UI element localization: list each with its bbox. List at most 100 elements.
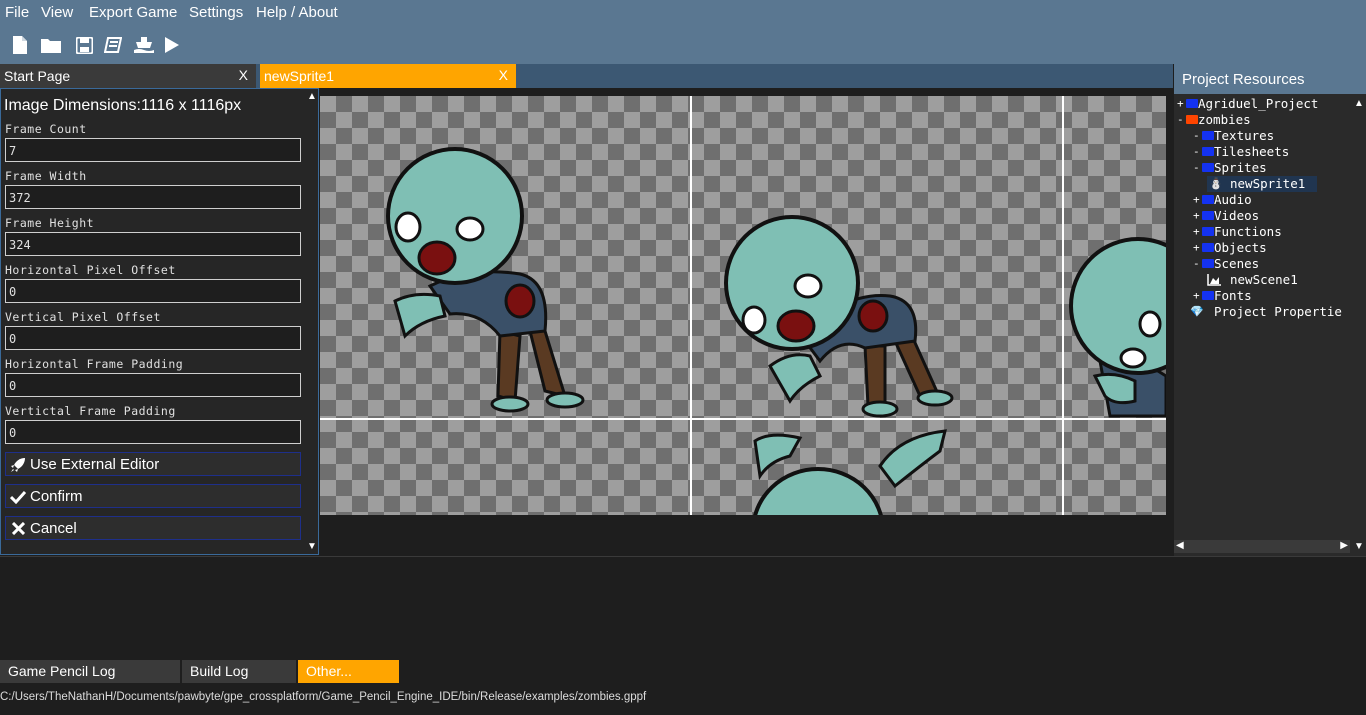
button-label: Confirm — [30, 488, 83, 505]
sprite-preview-canvas[interactable] — [320, 96, 1166, 515]
use-external-editor-button[interactable]: Use External Editor — [5, 452, 301, 476]
zombie-frame-2 — [724, 215, 954, 418]
image-dimensions: Image Dimensions:1116 x 1116px — [4, 97, 242, 114]
button-label: Use External Editor — [30, 456, 160, 473]
expand-toggle[interactable]: - — [1193, 256, 1201, 272]
tree-label: Tilesheets — [1214, 144, 1290, 159]
expand-toggle[interactable]: - — [1193, 160, 1201, 176]
tab-label: Build Log — [190, 663, 249, 679]
check-icon — [9, 488, 27, 505]
tree-label: newSprite1 — [1230, 176, 1306, 191]
frame-height-input[interactable]: 324 — [5, 232, 301, 256]
open-folder-icon[interactable] — [41, 35, 61, 55]
frame-count-label: Frame Count — [5, 122, 87, 136]
horizontal-frame-padding-input[interactable]: 0 — [5, 373, 301, 397]
expand-toggle[interactable]: + — [1193, 192, 1201, 208]
tab-label: Game Pencil Log — [8, 663, 116, 679]
zombie-frame-1 — [386, 147, 585, 413]
resources-horizontal-scrollbar[interactable]: ◀ ▶ — [1174, 540, 1350, 553]
scroll-up-icon[interactable]: ▲ — [1354, 98, 1364, 109]
scroll-right-icon[interactable]: ▶ — [1340, 540, 1348, 551]
resource-tree: + Agriduel_Project - zombies - Textures … — [1174, 96, 1352, 540]
folder-icon — [1202, 163, 1214, 172]
project-path: C:/Users/TheNathanH/Documents/pawbyte/gp… — [0, 691, 647, 703]
frame-width-input[interactable]: 372 — [5, 185, 301, 209]
tab-close-icon[interactable]: X — [239, 67, 248, 83]
expand-toggle[interactable]: + — [1193, 288, 1201, 304]
tab-start-page[interactable]: Start Page X — [0, 64, 256, 88]
tab-label: Start Page — [4, 68, 71, 84]
resources-vertical-scrollbar[interactable]: ▲ ▼ — [1352, 96, 1366, 554]
tree-label: Sprites — [1214, 160, 1267, 175]
properties-scrollbar[interactable]: ▲ ▼ — [306, 89, 318, 554]
log-output-area — [0, 556, 1366, 661]
tab-newsprite1[interactable]: newSprite1 X — [260, 64, 516, 88]
folder-icon — [1202, 243, 1214, 252]
scroll-down-icon[interactable]: ▼ — [1354, 541, 1364, 552]
zombie-frame-3 — [1069, 237, 1166, 418]
folder-icon — [1202, 291, 1214, 300]
tab-close-icon[interactable]: X — [499, 67, 508, 83]
vertical-frame-padding-input[interactable]: 0 — [5, 420, 301, 444]
expand-toggle[interactable]: + — [1193, 240, 1201, 256]
sprite-properties-panel: Image Dimensions:1116 x 1116px Frame Cou… — [0, 88, 319, 555]
sprite-icon: ⛄ — [1209, 177, 1223, 190]
folder-icon — [1202, 147, 1214, 156]
folder-icon — [1202, 227, 1214, 236]
expand-toggle[interactable]: - — [1193, 144, 1201, 160]
folder-icon — [1202, 195, 1214, 204]
expand-toggle[interactable]: + — [1177, 96, 1185, 112]
play-icon[interactable] — [162, 35, 182, 55]
frame-height-label: Frame Height — [5, 216, 95, 230]
scroll-left-icon[interactable]: ◀ — [1176, 540, 1184, 551]
tree-label: Objects — [1214, 240, 1267, 255]
diamond-icon: 💎 — [1190, 305, 1204, 318]
build-icon[interactable] — [134, 35, 154, 55]
scroll-up-icon[interactable]: ▲ — [307, 91, 317, 102]
expand-toggle[interactable]: - — [1177, 112, 1185, 128]
save-icon[interactable] — [74, 35, 94, 55]
horizontal-pixel-offset-label: Horizontal Pixel Offset — [5, 263, 176, 277]
folder-icon — [1186, 99, 1198, 108]
confirm-button[interactable]: Confirm — [5, 484, 301, 508]
tab-game-pencil-log[interactable]: Game Pencil Log — [0, 660, 180, 683]
menu-view[interactable]: View — [41, 4, 73, 21]
status-bar: C:/Users/TheNathanH/Documents/pawbyte/gp… — [0, 683, 1366, 715]
menu-file[interactable]: File — [5, 4, 29, 21]
folder-icon — [1202, 259, 1214, 268]
rocket-icon — [9, 456, 27, 473]
tab-other[interactable]: Other... — [298, 660, 399, 683]
zombie-frame-4 — [753, 429, 947, 515]
tree-label: newScene1 — [1230, 272, 1298, 287]
tree-label: zombies — [1198, 112, 1251, 127]
tree-label: Project Propertie — [1214, 304, 1342, 319]
tree-item-project-properties[interactable]: 💎 Project Propertie — [1190, 304, 1350, 320]
tab-label: newSprite1 — [264, 68, 335, 84]
menu-settings[interactable]: Settings — [189, 4, 243, 21]
tab-build-log[interactable]: Build Log — [182, 660, 296, 683]
tree-label: Audio — [1214, 192, 1252, 207]
folder-icon — [1186, 115, 1198, 124]
save-all-icon[interactable] — [103, 35, 123, 55]
button-label: Cancel — [30, 520, 77, 537]
project-resources-header: Project Resources — [1174, 64, 1366, 94]
expand-toggle[interactable]: + — [1193, 208, 1201, 224]
cancel-button[interactable]: Cancel — [5, 516, 301, 540]
horizontal-pixel-offset-input[interactable]: 0 — [5, 279, 301, 303]
tree-label: Textures — [1214, 128, 1275, 143]
folder-icon — [1202, 131, 1214, 140]
tree-label: Agriduel_Project — [1198, 96, 1319, 111]
tab-label: Other... — [306, 663, 352, 679]
close-icon — [9, 520, 27, 537]
expand-toggle[interactable]: - — [1193, 128, 1201, 144]
scroll-down-icon[interactable]: ▼ — [307, 541, 317, 552]
vertical-pixel-offset-input[interactable]: 0 — [5, 326, 301, 350]
new-file-icon[interactable] — [10, 35, 30, 55]
expand-toggle[interactable]: + — [1193, 224, 1201, 240]
frame-count-input[interactable]: 7 — [5, 138, 301, 162]
menu-export-game[interactable]: Export Game — [89, 4, 177, 21]
tree-item-newsprite1[interactable]: ⛄ newSprite1 — [1207, 176, 1317, 192]
horizontal-frame-padding-label: Horizontal Frame Padding — [5, 357, 184, 371]
menu-help[interactable]: Help / About — [256, 4, 338, 21]
tree-label: Functions — [1214, 224, 1282, 239]
